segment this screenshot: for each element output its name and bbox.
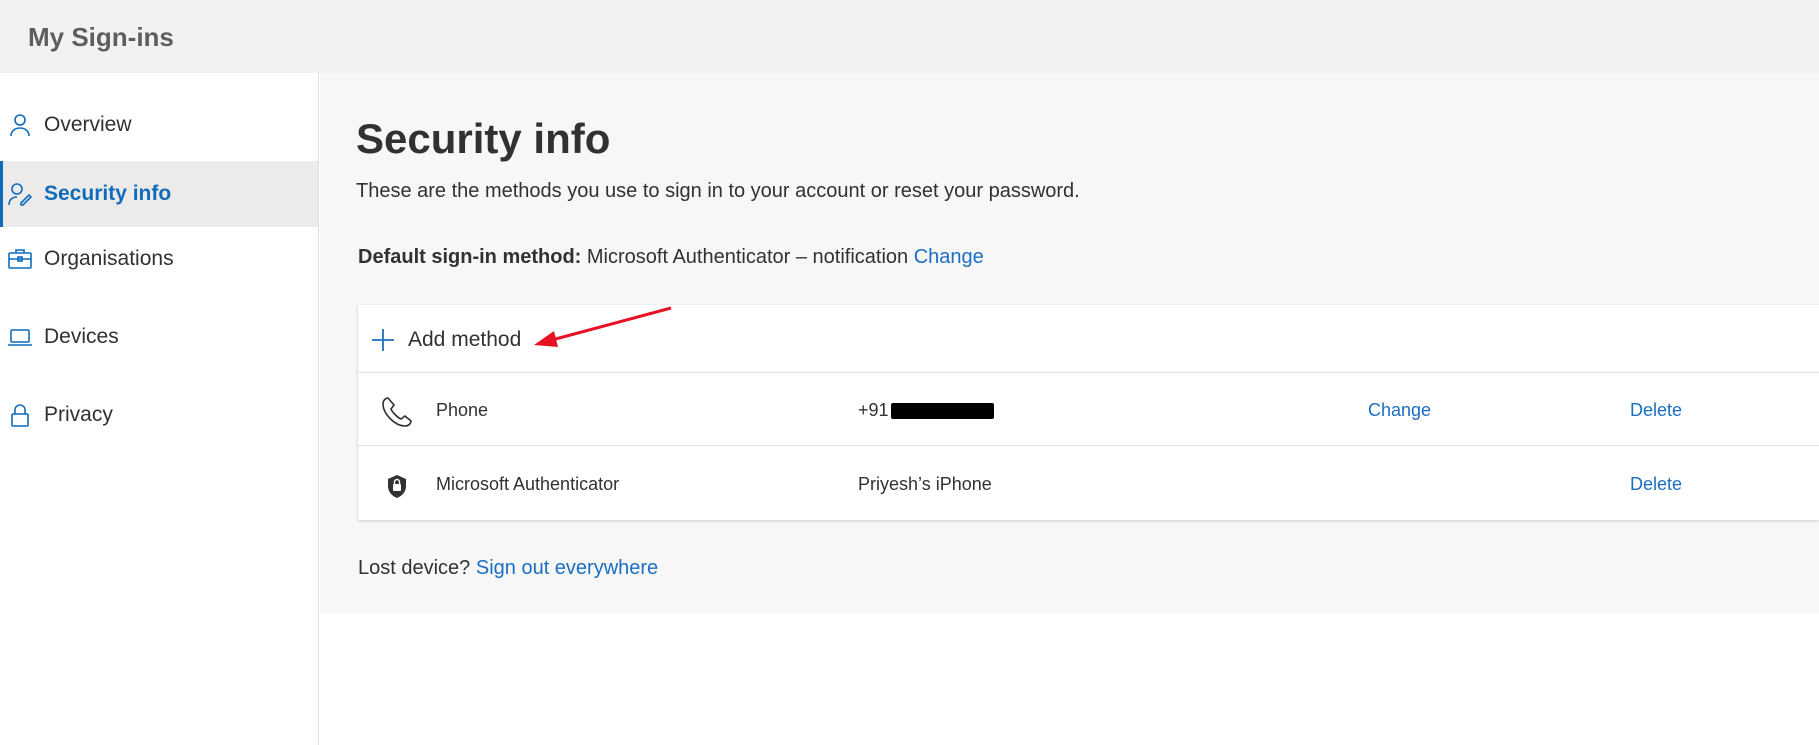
app-title[interactable]: My Sign-ins — [28, 22, 174, 53]
sidebar-item-label: Devices — [44, 325, 119, 348]
lock-icon — [11, 404, 29, 427]
method-detail: +91 — [858, 400, 994, 421]
default-method-label: Default sign-in method: — [358, 246, 582, 268]
method-detail: Priyesh’s iPhone — [858, 474, 992, 494]
sidebar-item-privacy[interactable]: Privacy — [0, 382, 318, 448]
default-method-value: Microsoft Authenticator – notification — [586, 246, 909, 268]
authenticator-lock-icon — [388, 475, 406, 498]
delete-authenticator-link[interactable]: Delete — [1630, 474, 1682, 495]
briefcase-icon — [8, 249, 32, 269]
annotation-arrow-icon — [534, 306, 672, 347]
page-title: Security info — [356, 115, 611, 162]
methods-card: Add method Phone +91 Change Delete Micro… — [358, 305, 1819, 520]
redacted-phone-number — [890, 402, 994, 419]
sidebar-item-label: Privacy — [44, 403, 113, 426]
default-sign-in-method: Default sign-in method: Microsoft Authen… — [358, 246, 984, 269]
sidebar-item-security-info[interactable]: Security info — [0, 161, 318, 227]
sidebar-item-devices[interactable]: Devices — [0, 304, 318, 370]
sidebar-item-organisations[interactable]: Organisations — [0, 226, 318, 292]
plus-icon — [372, 329, 394, 351]
method-name: Phone — [436, 400, 489, 420]
phone-number-prefix: +91 — [858, 400, 889, 420]
lost-device: Lost device? Sign out everywhere — [358, 557, 658, 580]
add-method-row: Add method — [358, 305, 1819, 373]
sidebar-item-label: Security info — [44, 182, 172, 205]
laptop-icon — [8, 329, 32, 346]
sidebar-item-overview[interactable]: Overview — [0, 92, 318, 158]
method-name: Microsoft Authenticator — [436, 474, 620, 494]
add-method-label: Add method — [408, 328, 522, 351]
sidebar: Overview Security info Organisations Dev… — [0, 73, 319, 745]
add-method-button[interactable]: Add method — [370, 325, 521, 355]
main-content: Security info These are the methods you … — [320, 73, 1819, 613]
page-subtitle: These are the methods you use to sign in… — [356, 180, 1080, 202]
top-bar: My Sign-ins — [0, 0, 1819, 73]
sidebar-item-label: Overview — [44, 113, 132, 136]
sidebar-item-label: Organisations — [44, 247, 174, 270]
method-row-phone: Phone +91 Change Delete — [358, 373, 1819, 446]
change-default-method-link[interactable]: Change — [914, 246, 984, 268]
phone-icon — [382, 397, 412, 427]
method-row-authenticator: Microsoft Authenticator Priyesh’s iPhone… — [358, 447, 1819, 520]
sign-out-everywhere-link[interactable]: Sign out everywhere — [476, 557, 658, 579]
lost-device-label: Lost device? — [358, 557, 471, 579]
delete-phone-link[interactable]: Delete — [1630, 400, 1682, 421]
change-phone-link[interactable]: Change — [1368, 400, 1431, 421]
person-key-icon — [8, 183, 33, 206]
person-icon — [10, 114, 30, 137]
